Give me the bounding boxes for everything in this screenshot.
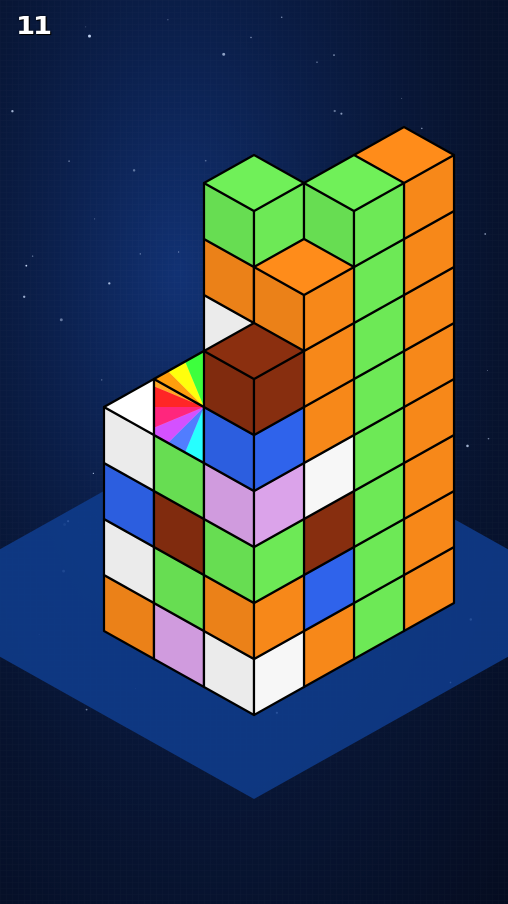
star <box>11 110 14 113</box>
star <box>92 472 95 475</box>
star <box>333 54 335 57</box>
star <box>108 282 111 285</box>
star <box>340 112 343 115</box>
star <box>85 26 87 28</box>
star <box>23 295 26 298</box>
star <box>88 34 91 38</box>
star <box>401 97 403 99</box>
star <box>486 369 488 371</box>
star <box>333 109 336 113</box>
star <box>132 169 136 172</box>
star <box>85 708 88 711</box>
star <box>94 218 96 220</box>
star <box>178 251 180 253</box>
star <box>316 61 318 64</box>
star <box>421 127 423 130</box>
star <box>167 19 169 21</box>
score-counter: 11 <box>16 11 52 40</box>
star <box>250 36 252 39</box>
star <box>100 379 103 381</box>
star <box>484 233 487 235</box>
star <box>139 253 142 255</box>
star <box>31 255 34 257</box>
star <box>222 52 226 56</box>
star <box>487 437 490 440</box>
star <box>280 16 283 19</box>
game-scene[interactable] <box>0 0 508 904</box>
star <box>466 444 469 448</box>
star <box>204 159 207 162</box>
star <box>25 264 28 267</box>
star <box>68 160 70 163</box>
star <box>59 318 63 322</box>
